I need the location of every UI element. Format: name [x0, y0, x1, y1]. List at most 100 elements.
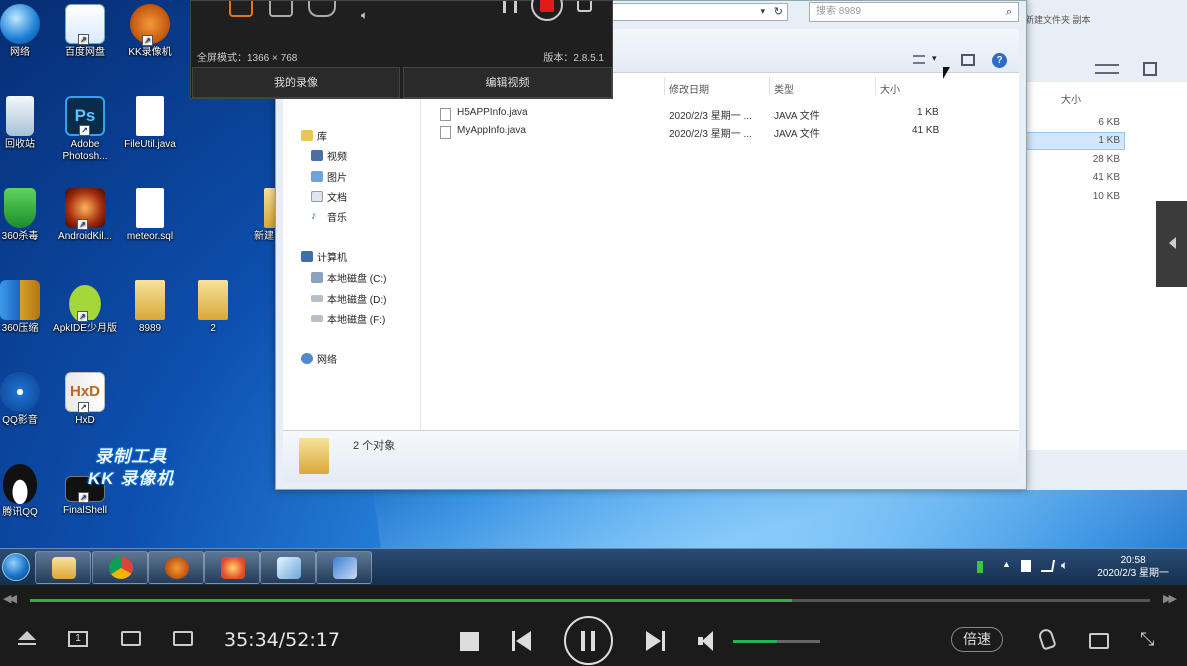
- drive-icon: [311, 315, 323, 322]
- rewind-icon[interactable]: ◀◀: [3, 592, 17, 605]
- address-bar[interactable]: ▾ ↻: [612, 3, 788, 21]
- taskbar-app-character[interactable]: [204, 551, 260, 584]
- pause-button[interactable]: [503, 1, 517, 13]
- clock-date: 2020/2/3 星期一: [1097, 568, 1169, 579]
- desktop-icon-360-antivirus[interactable]: 360杀毒: [0, 188, 52, 243]
- nav-drive-f[interactable]: 本地磁盘 (F:): [311, 311, 385, 326]
- view-options-icon[interactable]: [1095, 64, 1119, 74]
- network-icon: [301, 353, 313, 364]
- address-dropdown-icon[interactable]: ▾: [760, 6, 765, 17]
- nav-videos[interactable]: 视频: [311, 148, 347, 163]
- help-icon[interactable]: ?: [992, 53, 1007, 68]
- screen-cast-icon[interactable]: [121, 631, 141, 646]
- nav-music[interactable]: ♪ 音乐: [311, 209, 347, 225]
- tray-clock[interactable]: 20:58 2020/2/3 星期一: [1097, 554, 1169, 580]
- desktop-icon-kk-recorder[interactable]: ↗ KK录像机: [118, 4, 182, 59]
- hand-cursor-icon[interactable]: [1037, 627, 1057, 651]
- column-type-header[interactable]: 类型: [774, 81, 794, 96]
- nav-documents[interactable]: 文档: [311, 189, 347, 204]
- network-signal-icon[interactable]: [1040, 560, 1056, 572]
- volume-icon[interactable]: [698, 631, 716, 651]
- taskbar-explorer[interactable]: [35, 551, 91, 584]
- pause-button[interactable]: [564, 616, 613, 665]
- speaker-icon[interactable]: 🔈︎: [1061, 558, 1068, 573]
- tab-edit-video[interactable]: 编辑视频: [403, 67, 612, 98]
- nav-network[interactable]: 网络: [301, 351, 337, 366]
- hxd-icon: HxD ↗: [65, 372, 105, 413]
- kk-recorder-panel: 🔈︎ 全屏模式：1366 × 768 版本：2.8.5.1 我的录像 编辑视频: [190, 0, 613, 99]
- column-separator: [664, 77, 665, 95]
- stop-record-button[interactable]: [531, 0, 563, 21]
- desktop-icon-360-zip[interactable]: 360压缩: [0, 280, 52, 335]
- column-date-header[interactable]: 修改日期: [669, 81, 709, 96]
- desktop-icon-baidu-netdisk[interactable]: ↗ 百度网盘: [53, 4, 117, 59]
- nav-drive-c[interactable]: 本地磁盘 (C:): [311, 270, 386, 285]
- file-row[interactable]: H5APPInfo.java 2020/2/3 星期一 ... JAVA 文件 …: [440, 107, 962, 123]
- tray-expand-icon[interactable]: ▲: [1002, 559, 1011, 569]
- next-button[interactable]: [646, 631, 666, 651]
- desktop-icon-qq-player[interactable]: QQ影音: [0, 372, 52, 427]
- single-frame-icon[interactable]: 1: [68, 631, 88, 647]
- refresh-icon[interactable]: ↻: [774, 5, 783, 18]
- screenshot-camera-icon[interactable]: [577, 1, 592, 12]
- nav-pictures[interactable]: 图片: [311, 169, 347, 184]
- search-icon[interactable]: ⌕: [1006, 3, 1012, 21]
- volume-slider[interactable]: [733, 640, 820, 643]
- desktop-icon-label: KK录像机: [128, 47, 172, 58]
- battery-icon[interactable]: [977, 561, 983, 573]
- screen-mode-icon[interactable]: [269, 1, 293, 17]
- desktop-icon-label: Adobe Photosh...: [62, 139, 108, 162]
- desktop-icon-folder-2[interactable]: 2: [181, 280, 245, 335]
- eject-icon[interactable]: [18, 631, 36, 647]
- video-icon: [311, 150, 323, 161]
- desktop-icon-label: 2: [210, 323, 216, 334]
- desktop-icon-apkide[interactable]: ↗ ApkIDE少月版: [53, 280, 117, 335]
- volume-icon[interactable]: 🔈︎: [361, 8, 368, 23]
- playback-speed-button[interactable]: 倍速: [951, 627, 1003, 652]
- stop-button[interactable]: [460, 632, 479, 651]
- desktop-icon-recycle-bin[interactable]: 回收站: [0, 96, 52, 151]
- start-button[interactable]: [0, 550, 32, 584]
- nav-computer[interactable]: 计算机: [301, 249, 347, 264]
- search-input[interactable]: 搜索 8989 ⌕: [809, 2, 1019, 22]
- tab-my-recordings[interactable]: 我的录像: [192, 67, 400, 98]
- desktop-icon-meteor-sql[interactable]: meteor.sql: [118, 188, 182, 243]
- taskbar-kk-recorder[interactable]: [148, 551, 204, 584]
- desktop-icon-fileutil-java[interactable]: FileUtil.java: [118, 96, 182, 151]
- taskbar-app-installer[interactable]: [316, 551, 372, 584]
- desktop-icon-hxd[interactable]: HxD ↗ HxD: [53, 372, 117, 427]
- desktop-icon-folder-8989[interactable]: 8989: [118, 280, 182, 335]
- fast-forward-icon[interactable]: ▶▶: [1163, 592, 1177, 605]
- nav-drive-d[interactable]: 本地磁盘 (D:): [311, 291, 386, 306]
- view-options-icon[interactable]: [913, 55, 925, 64]
- progress-track[interactable]: [30, 599, 1150, 602]
- toolbox-icon[interactable]: [1089, 633, 1109, 649]
- nav-libraries[interactable]: 库: [301, 128, 327, 143]
- pc-icon[interactable]: [173, 631, 193, 646]
- flag-icon[interactable]: [1021, 560, 1031, 572]
- folder-icon: [198, 280, 228, 320]
- volume-fill: [733, 640, 777, 643]
- fullscreen-icon[interactable]: ⤡: [1140, 629, 1154, 650]
- side-panel-toggle[interactable]: [1156, 201, 1187, 287]
- desktop-icon-network[interactable]: 网络: [0, 4, 52, 59]
- column-size-header[interactable]: 大小: [880, 81, 900, 96]
- game-mode-icon[interactable]: [308, 1, 336, 17]
- background-window-header: 新建文件夹 副本: [1025, 15, 1091, 25]
- installer-icon: [333, 557, 357, 579]
- desktop-icon-qq[interactable]: 腾讯QQ: [0, 464, 52, 519]
- desktop-icon-photoshop[interactable]: Ps ↗ Adobe Photosh...: [53, 96, 117, 163]
- taskbar-app-box[interactable]: [260, 551, 316, 584]
- desktop-icon-androidkiller[interactable]: ↗ AndroidKil...: [53, 188, 117, 243]
- region-mode-icon[interactable]: [229, 1, 253, 17]
- column-separator: [875, 77, 876, 95]
- taskbar-chrome[interactable]: [92, 551, 148, 584]
- desktop-icon-new-folder[interactable]: 新建: [234, 188, 278, 243]
- file-row[interactable]: MyAppInfo.java 2020/2/3 星期一 ... JAVA 文件 …: [440, 125, 962, 141]
- view-dropdown-icon[interactable]: ▾: [932, 53, 937, 64]
- previous-button[interactable]: [512, 631, 532, 651]
- nav-documents-label: 文档: [327, 193, 347, 204]
- picture-icon: [311, 171, 323, 182]
- preview-pane-icon[interactable]: [1143, 62, 1157, 76]
- preview-pane-icon[interactable]: [961, 54, 975, 66]
